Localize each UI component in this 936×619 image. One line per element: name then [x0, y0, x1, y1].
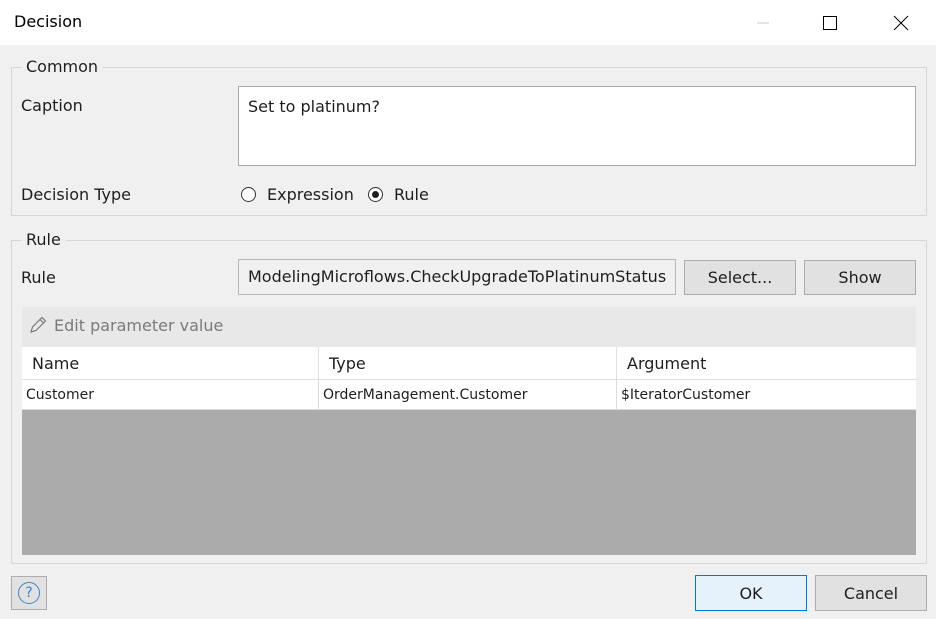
column-header-type[interactable]: Type: [319, 347, 617, 380]
radio-rule-label: Rule: [394, 185, 429, 204]
radio-selected-icon: [368, 187, 383, 202]
rule-group-label: Rule: [21, 230, 66, 249]
column-header-name[interactable]: Name: [22, 347, 319, 380]
close-icon: [893, 15, 909, 30]
cell-name: Customer: [22, 380, 319, 409]
caption-label: Caption: [21, 96, 83, 115]
cancel-button[interactable]: Cancel: [815, 575, 927, 611]
minimize-button[interactable]: [740, 0, 786, 45]
show-button[interactable]: Show: [804, 260, 916, 295]
table-row[interactable]: Customer OrderManagement.Customer $Itera…: [22, 380, 916, 410]
rule-field: ModelingMicroflows.CheckUpgradeToPlatinu…: [238, 259, 676, 295]
close-button[interactable]: [878, 0, 924, 45]
cell-type: OrderManagement.Customer: [319, 380, 617, 409]
edit-parameter-label: Edit parameter value: [54, 315, 224, 335]
minimize-icon: [757, 22, 769, 23]
common-group-label: Common: [21, 57, 104, 76]
column-header-argument[interactable]: Argument: [617, 347, 916, 380]
edit-parameter-button[interactable]: Edit parameter value: [28, 315, 223, 335]
radio-unselected-icon: [241, 187, 256, 202]
decision-type-label: Decision Type: [21, 185, 131, 204]
pencil-icon: [30, 316, 47, 333]
parameter-table[interactable]: Name Type Argument Customer OrderManagem…: [22, 347, 916, 555]
help-button[interactable]: ?: [11, 576, 47, 610]
table-header: Name Type Argument: [22, 347, 916, 380]
question-icon: ?: [18, 582, 40, 604]
rule-label: Rule: [21, 268, 56, 287]
maximize-button[interactable]: [807, 0, 853, 45]
cell-argument[interactable]: $IteratorCustomer: [617, 380, 916, 409]
caption-input[interactable]: Set to platinum?: [238, 86, 916, 166]
radio-expression[interactable]: Expression: [241, 185, 354, 204]
maximize-icon: [823, 15, 837, 30]
ok-button[interactable]: OK: [695, 575, 807, 611]
select-button[interactable]: Select...: [684, 260, 796, 295]
window-title: Decision: [14, 12, 83, 31]
radio-rule[interactable]: Rule: [368, 185, 429, 204]
title-bar: Decision: [0, 0, 936, 45]
radio-expression-label: Expression: [267, 185, 354, 204]
